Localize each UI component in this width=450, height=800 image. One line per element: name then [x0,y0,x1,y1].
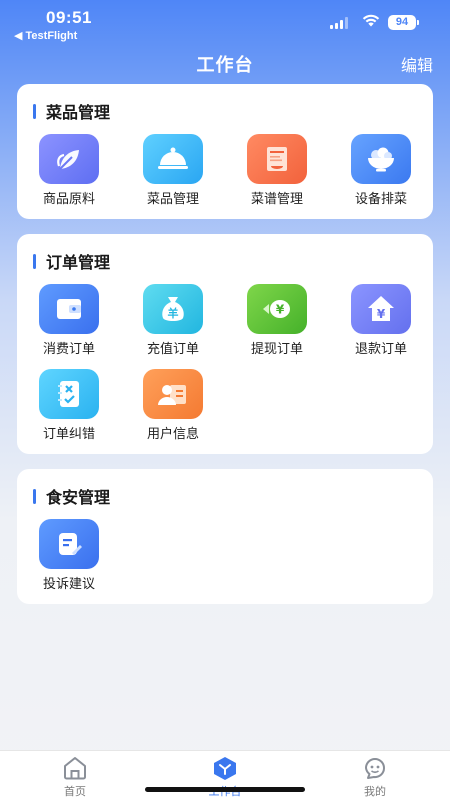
grid-item-consumption-orders[interactable]: 消费订单 [17,284,121,364]
grid-item-label: 用户信息 [146,426,199,441]
grid-item-label: 菜品管理 [146,191,199,206]
menu-book-icon [247,134,307,184]
tab-workbench[interactable]: 工作台 [150,751,300,800]
tab-label: 我的 [364,786,386,798]
feedback-icon [39,519,99,569]
section-title-text: 菜品管理 [46,105,111,122]
battery-level: 94 [388,15,416,30]
section-title-text: 食安管理 [46,490,111,507]
grid-item-device-dishes[interactable]: 设备排菜 [329,134,433,214]
workbench-icon [214,757,236,780]
status-bar: 09:51 ◀ TestFlight 94 [0,0,450,44]
grid-item-label: 投诉建议 [42,576,95,591]
home-indicator [145,787,305,792]
tab-home[interactable]: 首页 [0,751,150,800]
food-safety-card: 食安管理 投诉建议 [17,469,433,604]
edit-button[interactable]: 编辑 [401,52,433,76]
user-card-icon [143,369,203,419]
page-title: 工作台 [196,55,254,75]
section-accent-bar [33,488,36,504]
tab-label: 首页 [64,786,86,798]
home-icon [64,757,86,780]
cellular-signal-icon [330,17,348,29]
grid-item-product-materials[interactable]: 商品原料 [17,134,121,214]
grid-item-refund-orders[interactable]: ¥ 退款订单 [329,284,433,364]
withdraw-icon: ¥ [247,284,307,334]
grid-item-recipe-management[interactable]: 菜谱管理 [225,134,329,214]
refund-house-icon: ¥ [351,284,411,334]
section-title: 订单管理 [33,249,110,273]
bowl-icon [351,134,411,184]
cloche-icon [143,134,203,184]
grid-item-label: 退款订单 [354,341,407,356]
section-accent-bar [33,103,36,119]
grid-item-label: 订单纠错 [42,426,95,441]
order-management-card: 订单管理 消费订单 羊 充值订单 ¥ 提现订单 ¥ 退款订单 订单纠错 用户信息 [17,234,433,454]
grid-item-label: 充值订单 [146,341,199,356]
tab-profile[interactable]: 我的 [300,751,450,800]
grid-item-complaints-suggestions[interactable]: 投诉建议 [17,519,121,599]
battery-tip [417,20,419,25]
section-title: 菜品管理 [33,99,110,123]
grid-item-label: 设备排菜 [354,191,407,206]
money-bag-icon: 羊 [143,284,203,334]
back-to-app-link[interactable]: ◀ TestFlight [14,29,77,42]
grid-item-withdrawal-orders[interactable]: ¥ 提现订单 [225,284,329,364]
bottom-tab-bar: 首页 工作台 我的 [0,750,450,800]
grid-item-label: 菜谱管理 [250,191,303,206]
grid-item-dish-management[interactable]: 菜品管理 [121,134,225,214]
grid-item-user-info[interactable]: 用户信息 [121,369,225,449]
nav-header: 工作台 编辑 [0,46,450,80]
section-title-text: 订单管理 [46,255,111,272]
section-accent-bar [33,253,36,269]
grid-item-label: 消费订单 [42,341,95,356]
grid-item-label: 提现订单 [250,341,303,356]
wallet-icon [39,284,99,334]
svg-text:¥: ¥ [377,307,386,321]
leaf-icon [39,134,99,184]
correction-icon [39,369,99,419]
grid-item-label: 商品原料 [42,191,95,206]
svg-text:羊: 羊 [168,306,179,320]
svg-text:¥: ¥ [276,303,285,317]
section-title: 食安管理 [33,484,110,508]
wifi-icon [362,14,380,27]
grid-item-recharge-orders[interactable]: 羊 充值订单 [121,284,225,364]
profile-icon [365,758,386,779]
grid-item-order-correction[interactable]: 订单纠错 [17,369,121,449]
dish-management-card: 菜品管理 商品原料 菜品管理 菜谱管理 设备排菜 [17,84,433,219]
status-time: 09:51 [46,8,92,27]
